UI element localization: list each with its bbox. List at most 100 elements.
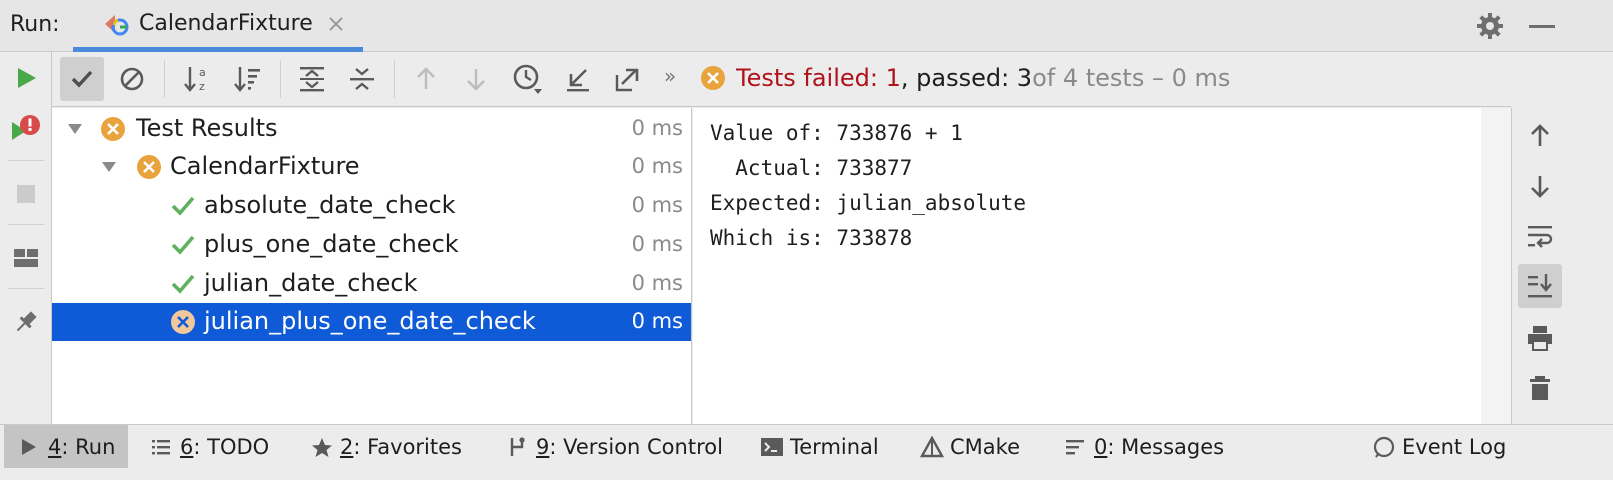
expand-arrow-icon[interactable] (66, 120, 84, 138)
arrow-down-icon (1527, 173, 1553, 199)
expand-all-button[interactable] (290, 57, 334, 101)
collapse-all-button[interactable] (340, 57, 384, 101)
previous-failed-button[interactable] (404, 57, 448, 101)
sort-alphabetically-button[interactable]: a z (176, 57, 220, 101)
import-icon (564, 65, 592, 93)
star-icon (310, 436, 332, 458)
test-duration: 0 ms (631, 154, 683, 178)
separator (394, 60, 395, 98)
test-passed-icon (170, 232, 196, 258)
gtest-config-icon (101, 9, 131, 39)
tool-window-bar: 4: Run 6: TODO 2: Favorites 9: Version … (0, 424, 1613, 469)
stop-icon (15, 183, 37, 205)
tool-window-todo[interactable]: 6: TODO (150, 425, 269, 469)
tool-window-key: 6 (180, 435, 194, 459)
soft-wrap-button[interactable] (1518, 214, 1562, 258)
tool-window-version-control[interactable]: 9: Version Control (506, 425, 723, 469)
status-total: of 4 tests – 0 ms (1032, 64, 1231, 92)
run-tool-window: Run: CalendarFixture a z » Tests failed:… (0, 0, 1613, 480)
clear-all-button[interactable] (1518, 366, 1562, 410)
layout-icon (13, 247, 39, 269)
rerun-button[interactable] (6, 58, 46, 98)
footer-strip (0, 468, 1613, 480)
soft-wrap-icon (1525, 221, 1555, 251)
tree-node-label: CalendarFixture (170, 152, 360, 180)
tool-window-messages[interactable]: 0: Messages (1064, 425, 1224, 469)
pin-button[interactable] (6, 302, 46, 342)
run-header: Run: CalendarFixture (0, 0, 1613, 52)
tool-window-label: : Run (61, 435, 116, 459)
tool-window-key: 4 (48, 435, 62, 459)
tool-window-cmake[interactable]: CMake (920, 425, 1020, 469)
svg-text:z: z (199, 80, 205, 93)
tool-window-label: : Messages (1107, 435, 1225, 459)
tool-window-label: : TODO (193, 435, 270, 459)
tool-window-favorites[interactable]: 2: Favorites (310, 425, 462, 469)
tree-node-calendarfixture[interactable]: CalendarFixture 0 ms (52, 148, 691, 186)
layout-button[interactable] (6, 238, 46, 278)
tree-node-label: absolute_date_check (204, 191, 456, 219)
svg-text:a: a (199, 66, 206, 79)
separator (280, 60, 281, 98)
test-results-tree: Test Results 0 ms CalendarFixture 0 ms a… (52, 108, 692, 424)
tool-window-label: CMake (950, 435, 1020, 459)
console-text: Value of: 733876 + 1 Actual: 733877 Expe… (710, 121, 1027, 250)
tool-window-label: : Favorites (353, 435, 462, 459)
test-passed-icon (170, 271, 196, 297)
left-action-strip (0, 52, 52, 424)
scroll-up-button[interactable] (1518, 114, 1562, 158)
stop-button[interactable] (6, 174, 46, 214)
separator (8, 224, 44, 225)
show-ignored-button[interactable] (110, 57, 154, 101)
expand-arrow-icon[interactable] (100, 158, 118, 176)
console-output[interactable]: Value of: 733876 + 1 Actual: 733877 Expe… (693, 108, 1481, 424)
checkmark-icon (69, 66, 95, 92)
tree-node-label: julian_date_check (204, 269, 418, 297)
scroll-to-end-button[interactable] (1518, 264, 1562, 308)
gear-icon[interactable] (1474, 10, 1506, 42)
tree-node-plus-one-date-check[interactable]: plus_one_date_check 0 ms (52, 226, 691, 264)
tab-calendarfixture[interactable]: CalendarFixture (73, 0, 363, 52)
tool-window-terminal[interactable]: Terminal (760, 425, 879, 469)
test-failed-icon (700, 65, 726, 91)
tree-node-julian-date-check[interactable]: julian_date_check 0 ms (52, 265, 691, 303)
close-icon[interactable] (327, 15, 345, 33)
test-failed-icon (136, 154, 162, 180)
console-actions-strip (1511, 108, 1613, 424)
export-icon (614, 65, 642, 93)
test-passed-icon (170, 193, 196, 219)
tree-node-julian-plus-one-date-check[interactable]: julian_plus_one_date_check 0 ms (52, 303, 691, 341)
rerun-failed-button[interactable] (6, 110, 46, 150)
print-button[interactable] (1518, 316, 1562, 360)
more-actions-chevron-icon[interactable]: » (664, 64, 676, 88)
tool-window-label: Event Log (1402, 435, 1507, 459)
console-scrollbar[interactable] (1481, 108, 1511, 424)
tree-node-label: plus_one_date_check (204, 230, 459, 258)
scroll-down-button[interactable] (1518, 164, 1562, 208)
export-tests-button[interactable] (606, 57, 650, 101)
tool-window-run[interactable]: 4: Run (4, 425, 128, 469)
branch-icon (506, 436, 528, 458)
printer-icon (1525, 323, 1555, 353)
sort-duration-icon (233, 64, 263, 94)
tool-window-key: 9 (536, 435, 550, 459)
tree-node-test-results[interactable]: Test Results 0 ms (52, 110, 691, 148)
rerun-failed-icon (10, 114, 42, 146)
tree-node-absolute-date-check[interactable]: absolute_date_check 0 ms (52, 187, 691, 225)
test-history-button[interactable] (506, 57, 550, 101)
messages-icon (1064, 436, 1086, 458)
minimize-icon[interactable] (1526, 10, 1558, 42)
next-failed-button[interactable] (454, 57, 498, 101)
tool-window-key: 2 (340, 435, 354, 459)
import-tests-button[interactable] (556, 57, 600, 101)
sort-by-duration-button[interactable] (226, 57, 270, 101)
list-icon (150, 436, 172, 458)
status-passed-count: , passed: 3 (900, 64, 1033, 92)
collapse-all-icon (347, 64, 377, 94)
test-status-summary: Tests failed: 1 , passed: 3 of 4 tests –… (700, 64, 1230, 92)
test-duration: 0 ms (631, 232, 683, 256)
cmake-icon (920, 436, 944, 458)
show-passed-button[interactable] (60, 57, 104, 101)
tool-window-event-log[interactable]: Event Log (1372, 425, 1506, 469)
trash-icon (1526, 374, 1554, 402)
